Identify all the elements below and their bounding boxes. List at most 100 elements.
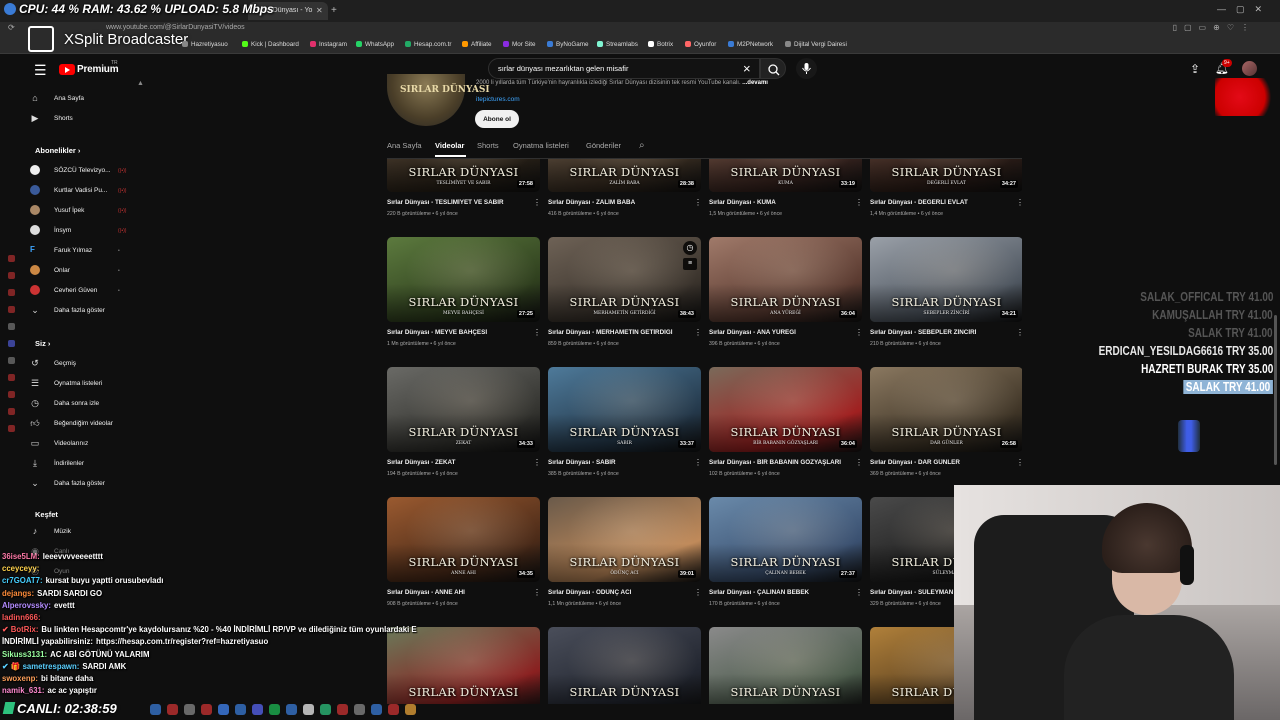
bookmark-8[interactable]: Streamlabs xyxy=(597,41,638,48)
sidebar-you-0[interactable]: ↺ Geçmiş xyxy=(30,354,76,372)
sidebar-sub-2[interactable]: Yusuf İpek xyxy=(30,201,84,219)
video-title[interactable]: Sırlar Dünyası - ZEKAT xyxy=(387,459,527,466)
bookmark-4[interactable]: Hesap.com.tr xyxy=(405,41,451,48)
subscriptions-header[interactable]: Abonelikler › xyxy=(35,146,80,155)
channel-link[interactable]: itepictures.com xyxy=(476,96,520,103)
reload-icon[interactable]: ⟳ xyxy=(8,23,21,32)
sidebar-sub-4[interactable]: F Faruk Yılmaz xyxy=(30,241,92,259)
bookmark-7[interactable]: ByNoGame xyxy=(547,41,589,48)
video-title[interactable]: Sırlar Dünyası - DEĞERLİ EVLAT xyxy=(870,199,1010,206)
video-thumbnail[interactable]: SIRLAR DÜNYASI MEYVE BAHÇESİ 27:25 xyxy=(387,237,540,322)
taskbar-app-icon[interactable] xyxy=(303,703,314,715)
video-title[interactable]: Sırlar Dünyası - ÇALINAN BEBEK xyxy=(709,589,849,596)
video-title[interactable]: Sırlar Dünyası - MEYVE BAHÇESİ xyxy=(387,329,527,336)
tab-videolar[interactable]: Videolar xyxy=(435,141,464,150)
more-options-icon[interactable]: ⋮ xyxy=(855,588,863,597)
sidebar-you-1[interactable]: ☰ Oynatma listeleri xyxy=(30,374,102,392)
tab-gönderiler[interactable]: Gönderiler xyxy=(586,141,621,150)
video-thumbnail[interactable]: SIRLAR DÜNYASI xyxy=(548,627,701,704)
sidebar-you-4[interactable]: ▭ Videolarınız xyxy=(30,434,88,452)
video-thumbnail[interactable]: SIRLAR DÜNYASI DEĞERLİ EVLAT 34:27 xyxy=(870,159,1022,192)
channel-search-icon[interactable]: ⌕ xyxy=(639,140,645,151)
side-strip-icon[interactable] xyxy=(8,408,15,415)
taskbar-app-icon[interactable] xyxy=(337,703,348,715)
more-options-icon[interactable]: ⋮ xyxy=(694,458,702,467)
more-options-icon[interactable]: ⋮ xyxy=(855,328,863,337)
taskbar-app-icon[interactable] xyxy=(286,703,297,715)
bookmark-1[interactable]: Kick | Dashboard xyxy=(242,41,299,48)
taskbar-app-icon[interactable] xyxy=(320,703,331,715)
video-thumbnail[interactable]: SIRLAR DÜNYASI ZALİM BABA 28:38 xyxy=(548,159,701,192)
bookmark-2[interactable]: Instagram xyxy=(310,41,347,48)
bookmark-6[interactable]: Mor Site xyxy=(503,41,535,48)
sidebar-item-home[interactable]: ⌂ Ana Sayfa xyxy=(30,89,84,107)
bookmark-3[interactable]: WhatsApp xyxy=(356,41,394,48)
video-thumbnail[interactable]: SIRLAR DÜNYASI BİR BABANIN GÖZYAŞLARI 36:0… xyxy=(709,367,862,452)
video-title[interactable]: Sırlar Dünyası - TESLİMİYET VE SABIR xyxy=(387,199,527,206)
bookmark-5[interactable]: Affiliate xyxy=(462,41,492,48)
more-options-icon[interactable]: ⋮ xyxy=(694,328,702,337)
bookmark-0[interactable]: Hazretiyasuo xyxy=(182,41,228,48)
sidebar-sub-0[interactable]: SÖZCÜ Televizyo... xyxy=(30,161,111,179)
sidebar-you-3[interactable]: 👍︎ Beğendiğim videolar xyxy=(30,414,113,432)
video-thumbnail[interactable]: SIRLAR DÜNYASI DAR GÜNLER 26:58 xyxy=(870,367,1022,452)
sidebar-sub-6[interactable]: Cevheri Güven xyxy=(30,281,97,299)
bookmark-12[interactable]: Dijital Vergi Dairesi xyxy=(785,41,847,48)
description-more-link[interactable]: ...devamı xyxy=(742,80,768,86)
taskbar-app-icon[interactable] xyxy=(371,703,382,715)
side-strip-icon[interactable] xyxy=(8,272,15,279)
side-strip-icon[interactable] xyxy=(8,357,15,364)
taskbar-app-icon[interactable] xyxy=(150,703,161,715)
more-options-icon[interactable]: ⋮ xyxy=(1016,328,1022,337)
account-avatar[interactable] xyxy=(1242,61,1257,76)
video-title[interactable]: Sırlar Dünyası - ZALİM BABA xyxy=(548,199,688,206)
video-thumbnail[interactable]: SIRLAR DÜNYASI TESLİMİYET VE SABIR 27:58 xyxy=(387,159,540,192)
taskbar-app-icon[interactable] xyxy=(218,703,229,715)
watch-later-icon[interactable]: ◷ xyxy=(683,241,697,255)
taskbar-app-icon[interactable] xyxy=(167,703,178,715)
video-title[interactable]: Sırlar Dünyası - SEBEPLER ZİNCİRİ xyxy=(870,329,1010,336)
side-strip-icon[interactable] xyxy=(8,289,15,296)
sidebar-you-6[interactable]: ⌄ Daha fazla göster xyxy=(30,474,105,492)
side-strip-icon[interactable] xyxy=(8,323,15,330)
sidebar-you-2[interactable]: ◷ Daha sonra izle xyxy=(30,394,99,412)
video-thumbnail[interactable]: SIRLAR DÜNYASI KUMA 33:19 xyxy=(709,159,862,192)
video-thumbnail[interactable]: SIRLAR DÜNYASI MERHAMETİN GETİRDİĞİ 38:43 ◷… xyxy=(548,237,701,322)
taskbar-app-icon[interactable] xyxy=(269,703,280,715)
more-options-icon[interactable]: ⋮ xyxy=(694,588,702,597)
sidebar-explore-1[interactable]: ◉ Canlı xyxy=(30,542,69,560)
sidebar-sub-3[interactable]: İnsym xyxy=(30,221,71,239)
hamburger-menu-icon[interactable]: ☰ xyxy=(34,62,47,79)
search-query[interactable]: sırlar dünyası mezarlıktan gelen misafir xyxy=(498,64,628,73)
taskbar-app-icon[interactable] xyxy=(201,703,212,715)
taskbar-app-icon[interactable] xyxy=(405,703,416,715)
bookmark-10[interactable]: Oyunfor xyxy=(685,41,716,48)
tab-close-icon[interactable]: ✕ xyxy=(316,6,323,15)
side-strip-icon[interactable] xyxy=(8,340,15,347)
side-strip-icon[interactable] xyxy=(8,255,15,262)
sidebar-explore-0[interactable]: ♪ Müzik xyxy=(30,522,71,540)
video-thumbnail[interactable]: SIRLAR DÜNYASI ÖDÜNÇ ACI 39:01 xyxy=(548,497,701,582)
side-strip-icon[interactable] xyxy=(8,374,15,381)
more-options-icon[interactable]: ⋮ xyxy=(533,328,541,337)
sidebar-scroll-up-icon[interactable]: ▲ xyxy=(137,80,144,87)
more-options-icon[interactable]: ⋮ xyxy=(1016,198,1022,207)
more-options-icon[interactable]: ⋮ xyxy=(694,198,702,207)
side-strip-icon[interactable] xyxy=(8,306,15,313)
add-to-queue-icon[interactable]: ≡ xyxy=(683,258,697,270)
video-title[interactable]: Sırlar Dünyası - BİR BABANIN GÖZYAŞLARI xyxy=(709,459,849,466)
video-thumbnail[interactable]: SIRLAR DÜNYASI ZEKAT 34:33 xyxy=(387,367,540,452)
video-title[interactable]: Sırlar Dünyası - ÖDÜNÇ ACI xyxy=(548,589,688,596)
more-options-icon[interactable]: ⋮ xyxy=(1016,458,1022,467)
taskbar-app-icon[interactable] xyxy=(235,703,246,715)
page-scrollbar[interactable] xyxy=(1274,315,1277,465)
extension-icons[interactable]: ▯▢▭⊕♡⋮ xyxy=(1173,23,1256,32)
more-options-icon[interactable]: ⋮ xyxy=(533,588,541,597)
video-title[interactable]: Sırlar Dünyası - MERHAMETİN GETİRDİĞİ xyxy=(548,329,688,336)
sidebar-you-5[interactable]: ⤓ İndirilenler xyxy=(30,454,84,472)
taskbar-app-icon[interactable] xyxy=(252,703,263,715)
side-strip-icon[interactable] xyxy=(8,391,15,398)
subscribe-button[interactable]: Abone ol xyxy=(475,110,519,128)
video-title[interactable]: Sırlar Dünyası - ANA YÜREĞİ xyxy=(709,329,849,336)
more-options-icon[interactable]: ⋮ xyxy=(855,198,863,207)
